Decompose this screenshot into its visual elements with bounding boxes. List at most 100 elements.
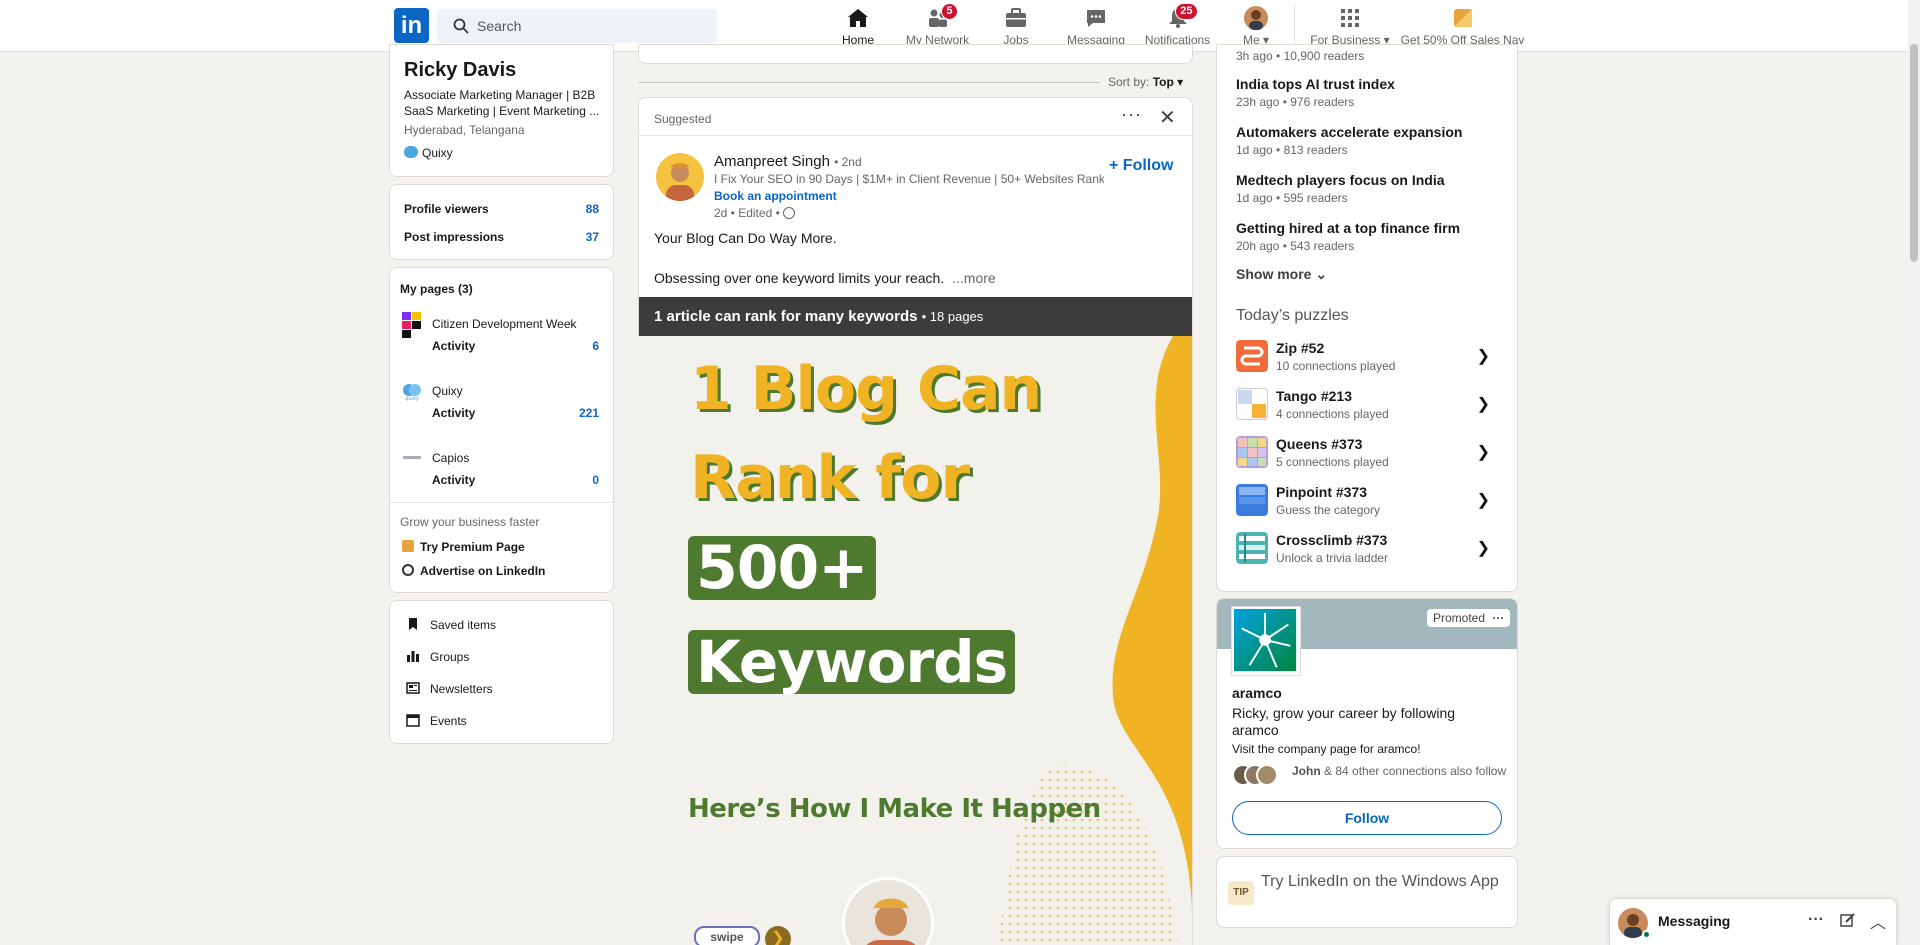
page-activity-label[interactable]: Activity xyxy=(432,473,475,487)
follow-button[interactable]: + Follow xyxy=(1109,157,1173,175)
puzzle-tango[interactable]: Tango #213 4 connections played ❯ xyxy=(1236,386,1498,426)
grow-business-label: Grow your business faster xyxy=(400,515,540,529)
saved-items-link[interactable]: Saved items xyxy=(406,617,496,632)
groups-icon xyxy=(407,651,419,662)
document-carousel[interactable]: 1 Blog Can Rank for 500+ Keywords Here’s… xyxy=(638,336,1192,945)
chevron-down-icon: ⌄ xyxy=(1315,266,1328,282)
aramco-logo[interactable] xyxy=(1231,606,1301,676)
post-impressions-label[interactable]: Post impressions xyxy=(404,230,504,244)
page-activity-label[interactable]: Activity xyxy=(432,406,475,420)
online-status-icon xyxy=(1642,930,1651,939)
puzzle-crossclimb[interactable]: Crossclimb #373 Unlock a trivia ladder ❯ xyxy=(1236,530,1498,570)
author-headline: I Fix Your SEO in 90 Days | $1M+ in Clie… xyxy=(714,172,1104,186)
newsletters-link[interactable]: Newsletters xyxy=(406,681,493,696)
promoted-label: Promoted xyxy=(1433,611,1486,625)
document-title-bar[interactable]: 1 article can rank for many keywords • 1… xyxy=(639,297,1192,337)
puzzle-sub: Guess the category xyxy=(1276,503,1381,517)
premium-icon xyxy=(1451,6,1475,30)
chevron-right-icon: ❯ xyxy=(1476,492,1490,509)
profile-viewers-count[interactable]: 88 xyxy=(586,202,599,216)
puzzle-name: Queens #373 xyxy=(1276,436,1363,452)
author-name[interactable]: Amanpreet Singh xyxy=(714,153,830,170)
more-options-icon[interactable]: ··· xyxy=(1808,911,1824,929)
groups-label: Groups xyxy=(430,650,470,664)
advertise-link[interactable]: Advertise on LinkedIn xyxy=(402,564,545,578)
advertise-label: Advertise on LinkedIn xyxy=(420,564,546,578)
puzzle-sub: 5 connections played xyxy=(1276,455,1389,469)
swipe-label: swipe xyxy=(694,926,760,945)
linkedin-logo[interactable]: in xyxy=(394,8,429,43)
profile-viewers-label[interactable]: Profile viewers xyxy=(404,202,489,216)
puzzle-queens[interactable]: Queens #373 5 connections played ❯ xyxy=(1236,434,1498,474)
tango-game-icon xyxy=(1236,388,1268,420)
tip-text: Try LinkedIn on the Windows App xyxy=(1261,873,1499,890)
caret-down-icon: ▾ xyxy=(1177,75,1184,89)
page-activity-count-cdw[interactable]: 6 xyxy=(592,339,599,353)
sort-dropdown[interactable]: Sort by: Top ▾ xyxy=(1108,75,1183,89)
news-item[interactable]: India tops AI trust index 23h ago • 976 … xyxy=(1236,76,1395,109)
target-icon xyxy=(402,564,414,576)
post-text-line1: Your Blog Can Do Way More. xyxy=(654,230,837,246)
chevron-right-icon: ❯ xyxy=(1476,444,1490,461)
events-link[interactable]: Events xyxy=(406,713,467,728)
chat-icon xyxy=(1084,6,1108,30)
news-item[interactable]: Automakers accelerate expansion 1d ago •… xyxy=(1236,124,1462,157)
messaging-overlay[interactable]: Messaging ··· ︿ xyxy=(1609,898,1897,945)
compose-icon[interactable] xyxy=(1840,912,1856,928)
scrollbar-track[interactable] xyxy=(1908,0,1920,945)
news-meta: 23h ago • 976 readers xyxy=(1236,95,1355,109)
more-options-icon[interactable]: ··· xyxy=(1121,104,1142,125)
page-activity-count-quixy[interactable]: 221 xyxy=(579,406,599,420)
show-more-button[interactable]: Show more ⌄ xyxy=(1236,266,1327,283)
newsletters-label: Newsletters xyxy=(430,682,493,696)
puzzle-zip[interactable]: Zip #52 10 connections played ❯ xyxy=(1236,338,1498,378)
puzzle-name: Zip #52 xyxy=(1276,340,1325,356)
page-name-capios[interactable]: Capios xyxy=(432,451,469,465)
cdw-logo-icon xyxy=(402,312,422,338)
chevron-up-icon[interactable]: ︿ xyxy=(1870,909,1886,933)
try-premium-page-label: Try Premium Page xyxy=(420,540,525,554)
news-item[interactable]: Medtech players focus on India 1d ago • … xyxy=(1236,172,1445,205)
page-name-cdw[interactable]: Citizen Development Week xyxy=(432,317,577,331)
page-name-quixy[interactable]: Quixy xyxy=(432,384,463,398)
search-input[interactable] xyxy=(477,9,707,43)
tip-card[interactable]: TIP Try LinkedIn on the Windows App xyxy=(1216,856,1518,928)
puzzle-pinpoint[interactable]: Pinpoint #373 Guess the category ❯ xyxy=(1236,482,1498,522)
author-avatar[interactable] xyxy=(656,153,704,201)
close-icon[interactable]: ✕ xyxy=(1159,105,1176,130)
slide-line-1: 1 Blog Can xyxy=(690,354,1042,424)
profile-name[interactable]: Ricky Davis xyxy=(404,59,516,82)
groups-link[interactable]: Groups xyxy=(406,649,469,664)
next-arrow-icon[interactable]: ❯ xyxy=(765,926,791,945)
sort-value: Top xyxy=(1152,75,1174,89)
scrollbar-thumb[interactable] xyxy=(1910,44,1918,262)
ad-follow-button[interactable]: Follow xyxy=(1232,801,1502,835)
connection-degree: • 2nd xyxy=(834,155,862,169)
page-activity-label[interactable]: Activity xyxy=(432,339,475,353)
my-pages-title: My pages (3) xyxy=(400,282,473,296)
news-item[interactable]: Getting hired at a top finance firm 20h … xyxy=(1236,220,1460,253)
post-time: 2d • Edited • xyxy=(714,206,780,220)
post-impressions-count[interactable]: 37 xyxy=(586,230,599,244)
events-label: Events xyxy=(430,714,467,728)
connection-avatars xyxy=(1232,764,1278,788)
book-appointment-link[interactable]: Book an appointment xyxy=(714,189,837,203)
zip-game-icon xyxy=(1236,340,1268,372)
calendar-icon xyxy=(406,714,420,727)
search-box[interactable] xyxy=(437,9,717,43)
profile-headline: Associate Marketing Manager | B2B SaaS M… xyxy=(404,88,600,118)
page-activity-count-capios[interactable]: 0 xyxy=(592,473,599,487)
profile-company[interactable]: Quixy xyxy=(404,146,453,160)
bell-icon: 25 xyxy=(1166,3,1198,30)
try-premium-page-link[interactable]: Try Premium Page xyxy=(402,540,525,554)
avatar xyxy=(1256,764,1278,786)
puzzle-name: Crossclimb #373 xyxy=(1276,532,1388,548)
more-options-icon[interactable]: ··· xyxy=(1492,611,1504,625)
notifications-badge: 25 xyxy=(1175,3,1198,20)
sort-divider xyxy=(638,82,1100,83)
ad-company-name[interactable]: aramco xyxy=(1232,685,1282,701)
capios-logo-icon xyxy=(402,448,422,468)
see-more-link[interactable]: ...more xyxy=(952,270,996,286)
follow-label: Follow xyxy=(1122,157,1174,174)
profile-company-label: Quixy xyxy=(422,146,453,160)
